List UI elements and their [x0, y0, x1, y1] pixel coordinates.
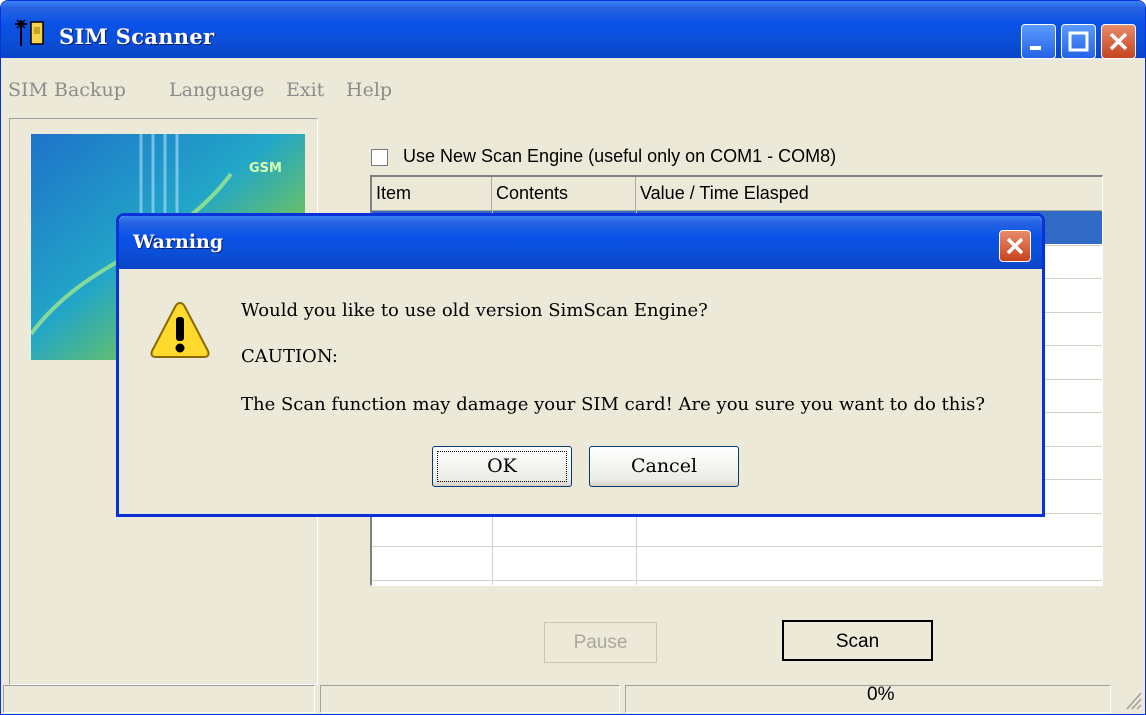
menu-label: Exit [286, 79, 325, 101]
dialog-close-button[interactable] [999, 230, 1031, 262]
dialog-caution-label: CAUTION: [241, 346, 338, 367]
scan-button[interactable]: Scan [782, 620, 933, 661]
column-header-item[interactable]: Item [372, 177, 492, 211]
ok-button[interactable]: OK [432, 446, 572, 487]
dialog-message-line1: Would you like to use old version SimSca… [241, 300, 708, 321]
menu-exit[interactable]: Exit [286, 79, 324, 101]
warning-icon [150, 301, 210, 358]
status-cell [3, 685, 315, 713]
gsm-label: GSM [249, 161, 282, 176]
progress-text: 0% [867, 684, 895, 705]
pause-button[interactable]: Pause [544, 622, 657, 663]
menu-label: Language [169, 79, 265, 101]
resize-grip-icon[interactable] [1123, 689, 1143, 711]
minimize-button[interactable] [1021, 24, 1056, 59]
dialog-message-line3: The Scan function may damage your SIM ca… [241, 394, 986, 415]
menu-sim-backup[interactable]: SIM Backup [8, 79, 126, 101]
dialog-title: Warning [133, 231, 224, 253]
table-row [372, 546, 1102, 547]
window-title: SIM Scanner [59, 24, 215, 49]
cancel-button[interactable]: Cancel [589, 446, 739, 487]
warning-dialog: Warning Would you like to use old versio… [116, 213, 1045, 517]
dialog-title-bar[interactable]: Warning [119, 216, 1042, 269]
menu-help[interactable]: Help [346, 79, 392, 101]
new-scan-engine-label: Use New Scan Engine (useful only on COM1… [403, 146, 837, 166]
column-header-value[interactable]: Value / Time Elasped [636, 177, 1102, 211]
title-bar[interactable]: SIM Scanner [1, 1, 1145, 59]
close-icon [1109, 32, 1128, 51]
maximize-icon [1068, 31, 1089, 52]
column-header-contents[interactable]: Contents [492, 177, 636, 211]
close-icon [1006, 237, 1024, 255]
antenna-sim-icon [15, 19, 44, 46]
close-button[interactable] [1101, 24, 1136, 59]
ok-label: OK [487, 455, 517, 477]
maximize-button[interactable] [1061, 24, 1096, 59]
menu-label: SIM Backup [8, 79, 126, 101]
status-bar [1, 683, 1145, 714]
minimize-icon [1030, 46, 1041, 50]
new-scan-engine-checkbox[interactable] [371, 149, 388, 166]
menu-language[interactable]: Language [169, 79, 264, 101]
table-row [372, 579, 1102, 581]
menu-label: Help [346, 79, 393, 101]
status-cell [320, 685, 620, 713]
menu-bar: SIM Backup Language Exit Help [1, 73, 1145, 107]
